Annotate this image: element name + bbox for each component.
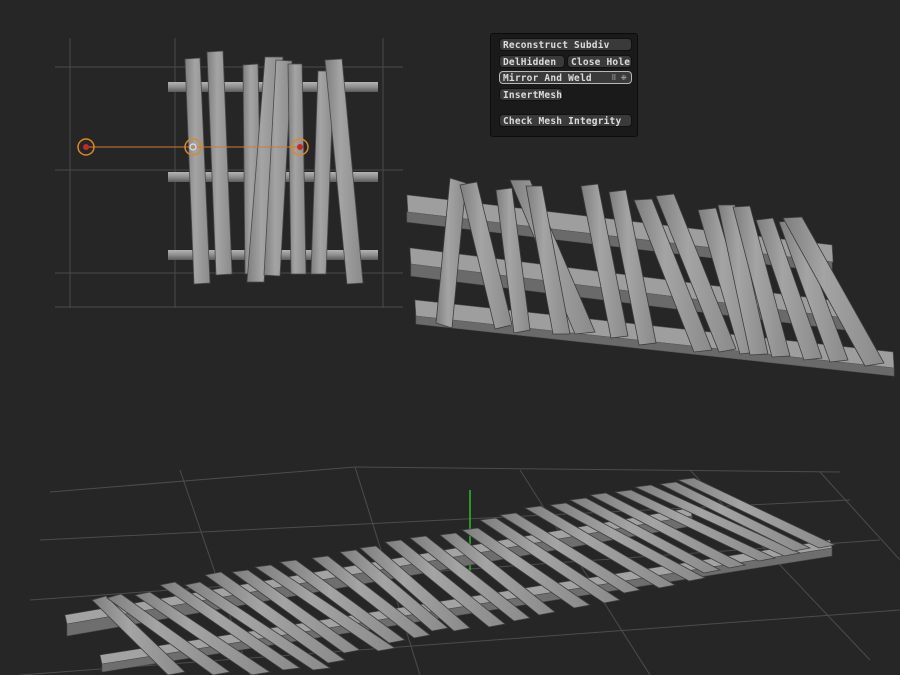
check-mesh-integrity-button[interactable]: Check Mesh Integrity [499, 114, 632, 127]
mirror-axis-icon: ⠿ ⁜ [611, 74, 627, 82]
mirror-and-weld-label: Mirror And Weld [503, 73, 592, 84]
front-view[interactable] [55, 38, 403, 308]
mirror-and-weld-button[interactable]: Mirror And Weld ⠿ ⁜ [499, 71, 632, 84]
zbrush-viewport[interactable] [0, 0, 900, 675]
perspective-view[interactable] [406, 177, 895, 377]
scene-canvas[interactable] [0, 0, 900, 675]
close-holes-button[interactable]: Close Holes [567, 55, 632, 68]
reconstruct-subdiv-button[interactable]: Reconstruct Subdiv [499, 38, 632, 51]
delhidden-button[interactable]: DelHidden [499, 55, 565, 68]
front-planks [184, 50, 364, 285]
floor-view[interactable] [19, 466, 900, 675]
geometry-subpalette: Reconstruct Subdiv DelHidden Close Holes… [490, 33, 638, 137]
insertmesh-button[interactable]: InsertMesh [499, 88, 563, 101]
